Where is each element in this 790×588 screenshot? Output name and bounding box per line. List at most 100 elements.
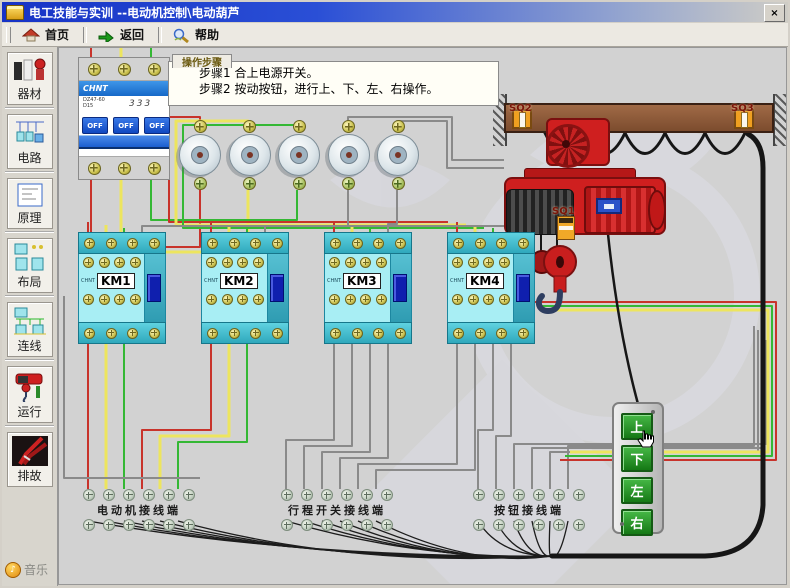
terminal-dot[interactable]: [475, 328, 486, 339]
breaker-switch[interactable]: OFF: [113, 117, 139, 134]
terminal-dot[interactable]: [361, 489, 373, 501]
terminal-dot[interactable]: [123, 489, 135, 501]
terminal-dot[interactable]: [493, 519, 505, 531]
terminal-dot[interactable]: [84, 328, 95, 339]
fuse[interactable]: [327, 120, 371, 190]
fuse[interactable]: [277, 120, 321, 190]
terminal-dot[interactable]: [341, 489, 353, 501]
music-toggle[interactable]: ♪ 音乐: [5, 561, 53, 578]
contactor-km2[interactable]: CHNT KM2: [201, 232, 289, 344]
terminal-dot[interactable]: [392, 177, 405, 190]
terminal-dot[interactable]: [243, 177, 256, 190]
terminal-dot[interactable]: [127, 328, 138, 339]
terminal-dot[interactable]: [281, 519, 293, 531]
terminal-dot[interactable]: [149, 328, 160, 339]
terminal-dot[interactable]: [453, 328, 464, 339]
terminal-dot[interactable]: [194, 120, 207, 133]
fuse[interactable]: [178, 120, 222, 190]
terminal-dot[interactable]: [123, 519, 135, 531]
pendant-button-left[interactable]: 左: [621, 477, 653, 504]
terminal-dot[interactable]: [352, 238, 363, 249]
terminal-dot[interactable]: [342, 177, 355, 190]
terminal-dot[interactable]: [475, 238, 486, 249]
breaker-switch[interactable]: OFF: [82, 117, 108, 134]
terminal-dot[interactable]: [281, 489, 293, 501]
terminal-dot[interactable]: [88, 63, 101, 76]
terminal-dot[interactable]: [143, 489, 155, 501]
terminal-dot[interactable]: [518, 238, 529, 249]
terminal-dot[interactable]: [381, 519, 393, 531]
sidebar-item-troubleshoot[interactable]: 排故: [7, 432, 53, 487]
terminal-dot[interactable]: [243, 120, 256, 133]
terminal-dot[interactable]: [573, 519, 585, 531]
terminal-dot[interactable]: [395, 328, 406, 339]
terminal-dot[interactable]: [143, 519, 155, 531]
terminal-dot[interactable]: [321, 489, 333, 501]
contactor-button[interactable]: [393, 274, 407, 302]
terminal-dot[interactable]: [163, 489, 175, 501]
terminal-dot[interactable]: [496, 328, 507, 339]
terminal-dot[interactable]: [127, 238, 138, 249]
terminal-dot[interactable]: [321, 519, 333, 531]
pendant-button-right[interactable]: 右: [621, 509, 653, 536]
terminal-dot[interactable]: [373, 328, 384, 339]
terminal-dot[interactable]: [361, 519, 373, 531]
terminal-dot[interactable]: [103, 489, 115, 501]
terminal-dot[interactable]: [88, 162, 101, 175]
back-button[interactable]: 返回: [91, 24, 154, 45]
terminal-dot[interactable]: [392, 120, 405, 133]
terminal-dot[interactable]: [148, 162, 161, 175]
terminal-dot[interactable]: [493, 489, 505, 501]
terminal-dot[interactable]: [194, 177, 207, 190]
sidebar-item-wiring[interactable]: 连线: [7, 302, 53, 357]
terminal-dot[interactable]: [352, 328, 363, 339]
home-button[interactable]: 首页: [16, 24, 79, 45]
terminal-dot[interactable]: [293, 120, 306, 133]
breaker-toggle-bar[interactable]: [79, 135, 169, 149]
terminal-dot[interactable]: [301, 519, 313, 531]
terminal-dot[interactable]: [533, 489, 545, 501]
terminal-dot[interactable]: [513, 519, 525, 531]
terminal-dot[interactable]: [381, 489, 393, 501]
terminal-dot[interactable]: [149, 238, 160, 249]
terminal-dot[interactable]: [573, 489, 585, 501]
terminal-dot[interactable]: [84, 238, 95, 249]
terminal-dot[interactable]: [533, 519, 545, 531]
terminal-dot[interactable]: [342, 120, 355, 133]
terminal-dot[interactable]: [183, 519, 195, 531]
terminal-dot[interactable]: [183, 489, 195, 501]
terminal-dot[interactable]: [293, 177, 306, 190]
terminal-dot[interactable]: [513, 489, 525, 501]
fuse[interactable]: [228, 120, 272, 190]
circuit-breaker[interactable]: CHNT DZ47-60D15 333 OFF OFF OFF: [78, 57, 170, 180]
contactor-button[interactable]: [516, 274, 530, 302]
contactor-km3[interactable]: CHNT KM3: [324, 232, 412, 344]
terminal-dot[interactable]: [272, 328, 283, 339]
terminal-dot[interactable]: [250, 238, 261, 249]
terminal-dot[interactable]: [250, 328, 261, 339]
contactor-km1[interactable]: CHNT KM1: [78, 232, 166, 344]
sidebar-item-principle[interactable]: 原理: [7, 178, 53, 229]
limit-switch-sq1[interactable]: [557, 216, 575, 240]
terminal-dot[interactable]: [473, 489, 485, 501]
terminal-dot[interactable]: [118, 63, 131, 76]
terminal-dot[interactable]: [83, 519, 95, 531]
terminal-dot[interactable]: [395, 238, 406, 249]
terminal-dot[interactable]: [553, 519, 565, 531]
breaker-switch[interactable]: OFF: [144, 117, 170, 134]
terminal-dot[interactable]: [229, 328, 240, 339]
close-button[interactable]: ×: [764, 4, 785, 22]
terminal-dot[interactable]: [163, 519, 175, 531]
terminal-dot[interactable]: [301, 489, 313, 501]
help-button[interactable]: 帮助: [166, 24, 229, 45]
contactor-button[interactable]: [147, 274, 161, 302]
terminal-dot[interactable]: [118, 162, 131, 175]
terminal-dot[interactable]: [496, 238, 507, 249]
terminal-dot[interactable]: [330, 238, 341, 249]
terminal-dot[interactable]: [518, 328, 529, 339]
terminal-dot[interactable]: [473, 519, 485, 531]
fuse[interactable]: [376, 120, 420, 190]
sidebar-item-circuit[interactable]: 电路: [7, 114, 53, 169]
terminal-dot[interactable]: [553, 489, 565, 501]
terminal-dot[interactable]: [229, 238, 240, 249]
